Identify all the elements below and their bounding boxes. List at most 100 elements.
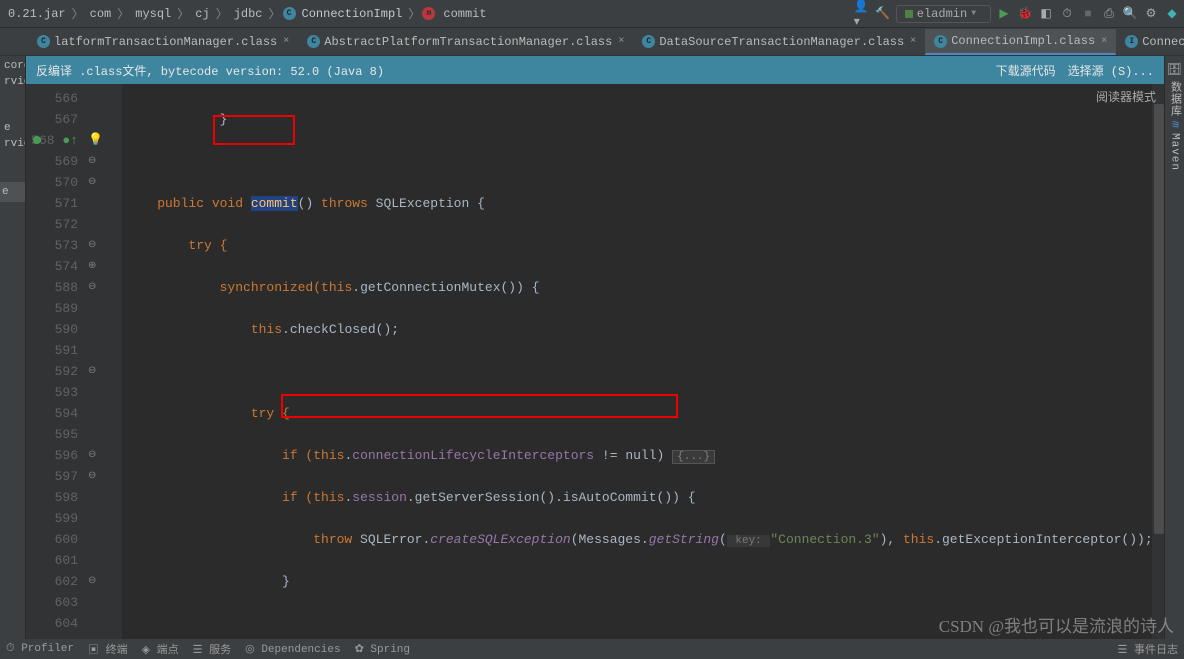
line-number[interactable]: 599 [30, 508, 78, 529]
close-icon[interactable]: × [1101, 36, 1107, 47]
code-line[interactable]: synchronized(this.getConnectionMutex()) … [122, 277, 1164, 298]
line-number[interactable]: 570 [30, 172, 78, 193]
code-line[interactable] [122, 361, 1164, 382]
code-line[interactable]: } [122, 109, 1164, 130]
close-icon[interactable]: × [618, 36, 624, 47]
profile-icon[interactable]: ⏱ [1059, 6, 1075, 22]
db-icon[interactable]: 🗄 [1167, 62, 1182, 77]
code-area[interactable]: } public void commit() throws SQLExcepti… [122, 84, 1164, 639]
code-line[interactable]: if (this.connectionLifecycleInterceptors… [122, 445, 1164, 466]
line-number[interactable]: 596 [30, 445, 78, 466]
code-line[interactable]: try { [122, 403, 1164, 424]
close-icon[interactable]: × [283, 36, 289, 47]
bc-method[interactable]: commit [439, 7, 490, 21]
line-number[interactable]: 597 [30, 466, 78, 487]
deps-tool[interactable]: ◎ Dependencies [245, 642, 340, 656]
line-number[interactable]: 595 [30, 424, 78, 445]
choose-sources-link[interactable]: 选择源 (S)... [1068, 62, 1154, 79]
line-number[interactable]: 602 [30, 571, 78, 592]
line-number[interactable]: 567 [30, 109, 78, 130]
debug-icon[interactable]: 🐞 [1017, 6, 1033, 22]
services-tool[interactable]: ☰ 服务 [193, 641, 231, 657]
tab-connection-java[interactable]: IConnection.java× [1116, 29, 1184, 55]
spring-tool[interactable]: ✿ Spring [355, 642, 410, 656]
code-line[interactable] [122, 151, 1164, 172]
database-label[interactable]: 数据库 [1167, 81, 1183, 117]
line-number[interactable]: 572 [30, 214, 78, 235]
bc-class[interactable]: ConnectionImpl [298, 7, 407, 21]
code-line[interactable]: if (this.session.getServerSession().isAu… [122, 487, 1164, 508]
scrollbar-track[interactable] [1152, 84, 1164, 639]
terminal-tool[interactable]: ▣ 终端 [88, 641, 128, 657]
left-toolwindow[interactable]: cord rvice e rvice e [0, 56, 26, 639]
line-number[interactable]: 569 [30, 151, 78, 172]
line-number[interactable]: 589 [30, 298, 78, 319]
line-number[interactable]: 601 [30, 550, 78, 571]
ide-icon[interactable]: ◆ [1164, 6, 1180, 22]
line-number[interactable]: 590 [30, 319, 78, 340]
reader-mode-link[interactable]: 阅读器模式 [1096, 88, 1156, 105]
bulb-icon[interactable]: 💡 [88, 130, 103, 151]
gutter-override-icon[interactable] [33, 136, 41, 144]
line-number[interactable]: 574 [30, 256, 78, 277]
bc-cj[interactable]: cj [191, 7, 213, 21]
line-number[interactable]: 598 [30, 487, 78, 508]
status-bar: ⏱ Profiler ▣ 终端 ◈ 端点 ☰ 服务 ◎ Dependencies… [0, 639, 1184, 659]
tab-datasource-tm[interactable]: CDataSourceTransactionManager.class× [633, 29, 925, 55]
left-item[interactable]: rvice [0, 74, 25, 90]
profiler-tool[interactable]: ⏱ Profiler [6, 643, 74, 655]
code-line[interactable]: } [122, 571, 1164, 592]
left-item[interactable]: rvice [0, 136, 25, 152]
line-number[interactable]: 603 [30, 592, 78, 613]
hammer-icon[interactable]: 🔨 [875, 6, 891, 22]
bc-mysql[interactable]: mysql [131, 7, 175, 21]
maven-label[interactable]: Maven [1169, 133, 1181, 171]
left-item-active[interactable]: e [0, 182, 25, 202]
line-number[interactable]: 591 [30, 340, 78, 361]
line-number[interactable]: 592 [30, 361, 78, 382]
event-log[interactable]: ☰ 事件日志 [1118, 641, 1178, 657]
close-icon[interactable]: × [910, 36, 916, 47]
run-icon[interactable]: ▶ [996, 6, 1012, 22]
settings-icon[interactable]: ⚙ [1143, 6, 1159, 22]
code-line[interactable]: this.checkClosed(); [122, 319, 1164, 340]
code-line[interactable]: public void commit() throws SQLException… [122, 193, 1164, 214]
top-toolbar: 0.21.jar〉 com〉 mysql〉 cj〉 jdbc〉 CConnect… [0, 0, 1184, 28]
class-file-icon: C [307, 35, 320, 48]
tab-abstract-tm[interactable]: CAbstractPlatformTransactionManager.clas… [298, 29, 633, 55]
maven-m-icon: m [1169, 121, 1181, 129]
bc-com[interactable]: com [86, 7, 116, 21]
line-gutter[interactable]: 566 567 568 ●↑ 569 570 571 572 573 574 5… [26, 84, 86, 639]
user-icon[interactable]: 👤▾ [854, 6, 870, 22]
left-item[interactable]: e [0, 120, 25, 136]
line-number[interactable]: 593 [30, 382, 78, 403]
breakpoints-tool[interactable]: ◈ 端点 [142, 641, 179, 657]
bc-jdbc[interactable]: jdbc [230, 7, 267, 21]
git-icon[interactable]: ⎙ [1101, 6, 1117, 22]
download-sources-link[interactable]: 下载源代码 [996, 62, 1056, 79]
fold-gutter[interactable]: 💡 ⊖⊖ ⊖ ⊕ ⊖ ⊖ ⊖ ⊖ ⊖ [86, 84, 122, 639]
tab-platform-tm[interactable]: ClatformTransactionManager.class× [28, 29, 298, 55]
line-number[interactable]: 568 ●↑ [30, 130, 78, 151]
line-number[interactable]: 588 [30, 277, 78, 298]
line-number[interactable]: 571 [30, 193, 78, 214]
stop-icon[interactable]: ■ [1080, 6, 1096, 22]
breadcrumb[interactable]: 0.21.jar〉 com〉 mysql〉 cj〉 jdbc〉 CConnect… [4, 5, 491, 22]
coverage-icon[interactable]: ◧ [1038, 6, 1054, 22]
scrollbar-thumb[interactable] [1154, 104, 1164, 534]
search-icon[interactable]: 🔍 [1122, 6, 1138, 22]
code-line[interactable]: try { [122, 235, 1164, 256]
tab-label: ConnectionImpl.class [951, 34, 1095, 48]
line-number[interactable]: 573 [30, 235, 78, 256]
left-item[interactable]: cord [0, 58, 25, 74]
tab-connectionimpl[interactable]: CConnectionImpl.class× [925, 29, 1116, 55]
editor[interactable]: 566 567 568 ●↑ 569 570 571 572 573 574 5… [26, 84, 1164, 639]
line-number[interactable]: 600 [30, 529, 78, 550]
line-number[interactable]: 566 [30, 88, 78, 109]
line-number[interactable]: 594 [30, 403, 78, 424]
code-line[interactable]: throw SQLError.createSQLException(Messag… [122, 529, 1164, 550]
right-toolwindow[interactable]: 🗄 数据库 m Maven [1164, 56, 1184, 639]
line-number[interactable]: 604 [30, 613, 78, 634]
run-config[interactable]: eladmin ▼ [896, 5, 991, 23]
bc-jar[interactable]: 0.21.jar [4, 7, 70, 21]
